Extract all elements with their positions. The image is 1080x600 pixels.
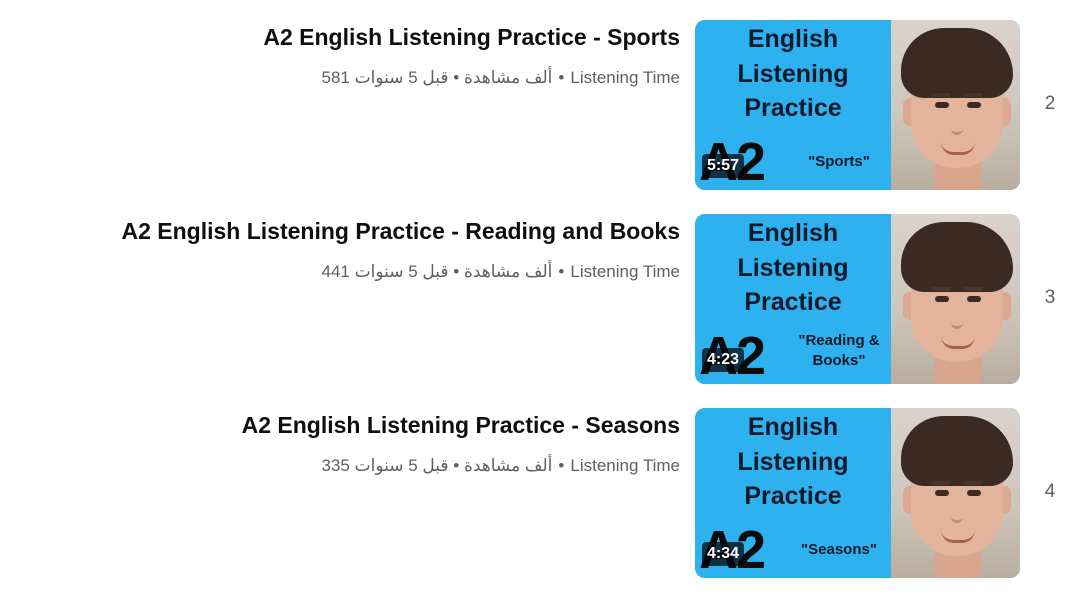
- brow-shape: [963, 287, 983, 291]
- thumbnail-text-line: English: [747, 25, 839, 53]
- presenter-photo: [891, 20, 1020, 190]
- playlist-index: 2: [1044, 93, 1056, 114]
- video-title[interactable]: A2 English Listening Practice - Sports: [263, 24, 680, 51]
- video-thumbnail[interactable]: English Listening Practice A2 "Reading &…: [695, 214, 1020, 384]
- separator-dot: •: [558, 456, 565, 475]
- brow-shape: [931, 287, 951, 291]
- video-meta: 441 ألف مشاهدة • قبل 5 سنوات • Listening T…: [322, 262, 680, 282]
- eye-shape: [935, 296, 949, 302]
- hair-shape: [901, 28, 1013, 98]
- eye-shape: [967, 490, 981, 496]
- duration-badge: 5:57: [702, 154, 745, 178]
- hair-shape: [901, 416, 1013, 486]
- brow-shape: [931, 93, 951, 97]
- views-and-age: 441 ألف مشاهدة • قبل 5 سنوات: [321, 262, 553, 281]
- presenter-photo: [891, 214, 1020, 384]
- eye-shape: [935, 102, 949, 108]
- video-thumbnail[interactable]: English Listening Practice A2 "Seasons" …: [695, 408, 1020, 578]
- thumbnail-topic: "Sports": [808, 153, 870, 170]
- playlist-video-list: English Listening Practice A2 "Sports" 5…: [0, 0, 1080, 600]
- thumbnail-topic-line: Books": [812, 352, 866, 369]
- nose-shape: [951, 112, 963, 135]
- video-thumbnail[interactable]: English Listening Practice A2 "Sports" 5…: [695, 20, 1020, 190]
- playlist-index: 4: [1044, 481, 1056, 502]
- thumbnail-text-line: Listening: [737, 448, 849, 476]
- thumbnail-text-line: Listening: [737, 254, 849, 282]
- brow-shape: [963, 93, 983, 97]
- duration-badge: 4:23: [702, 348, 745, 372]
- playlist-item[interactable]: English Listening Practice A2 "Sports" 5…: [0, 20, 1080, 190]
- nose-shape: [951, 306, 963, 329]
- views-and-age: 335 ألف مشاهدة • قبل 5 سنوات: [321, 456, 553, 475]
- duration-badge: 4:34: [702, 542, 745, 566]
- brow-shape: [931, 481, 951, 485]
- thumbnail-topic: "Reading & Books": [791, 331, 887, 371]
- thumbnail-text-line: Practice: [744, 288, 842, 316]
- video-meta: 335 ألف مشاهدة • قبل 5 سنوات • Listening T…: [322, 456, 680, 476]
- thumbnail-text-line: Practice: [744, 482, 842, 510]
- video-meta: 581 ألف مشاهدة • قبل 5 سنوات • Listening T…: [322, 68, 680, 88]
- thumbnail-text-line: Listening: [737, 60, 849, 88]
- channel-name[interactable]: Listening Time: [570, 262, 680, 281]
- playlist-index: 3: [1044, 287, 1056, 308]
- video-title[interactable]: A2 English Listening Practice - Seasons: [242, 412, 680, 439]
- presenter-photo: [891, 408, 1020, 578]
- playlist-item[interactable]: English Listening Practice A2 "Reading &…: [0, 214, 1080, 384]
- thumbnail-text-line: English: [747, 219, 839, 247]
- eye-shape: [967, 296, 981, 302]
- separator-dot: •: [558, 262, 565, 281]
- brow-shape: [963, 481, 983, 485]
- separator-dot: •: [558, 68, 565, 87]
- nose-shape: [951, 500, 963, 523]
- thumbnail-topic: "Seasons": [801, 541, 877, 558]
- hair-shape: [901, 222, 1013, 292]
- views-and-age: 581 ألف مشاهدة • قبل 5 سنوات: [321, 68, 553, 87]
- thumbnail-topic-line: "Reading &: [798, 332, 880, 349]
- channel-name[interactable]: Listening Time: [570, 456, 680, 475]
- video-title[interactable]: A2 English Listening Practice - Reading …: [122, 218, 681, 245]
- channel-name[interactable]: Listening Time: [570, 68, 680, 87]
- eye-shape: [967, 102, 981, 108]
- playlist-item[interactable]: English Listening Practice A2 "Seasons" …: [0, 408, 1080, 578]
- eye-shape: [935, 490, 949, 496]
- thumbnail-text-line: English: [747, 413, 839, 441]
- thumbnail-text-line: Practice: [744, 94, 842, 122]
